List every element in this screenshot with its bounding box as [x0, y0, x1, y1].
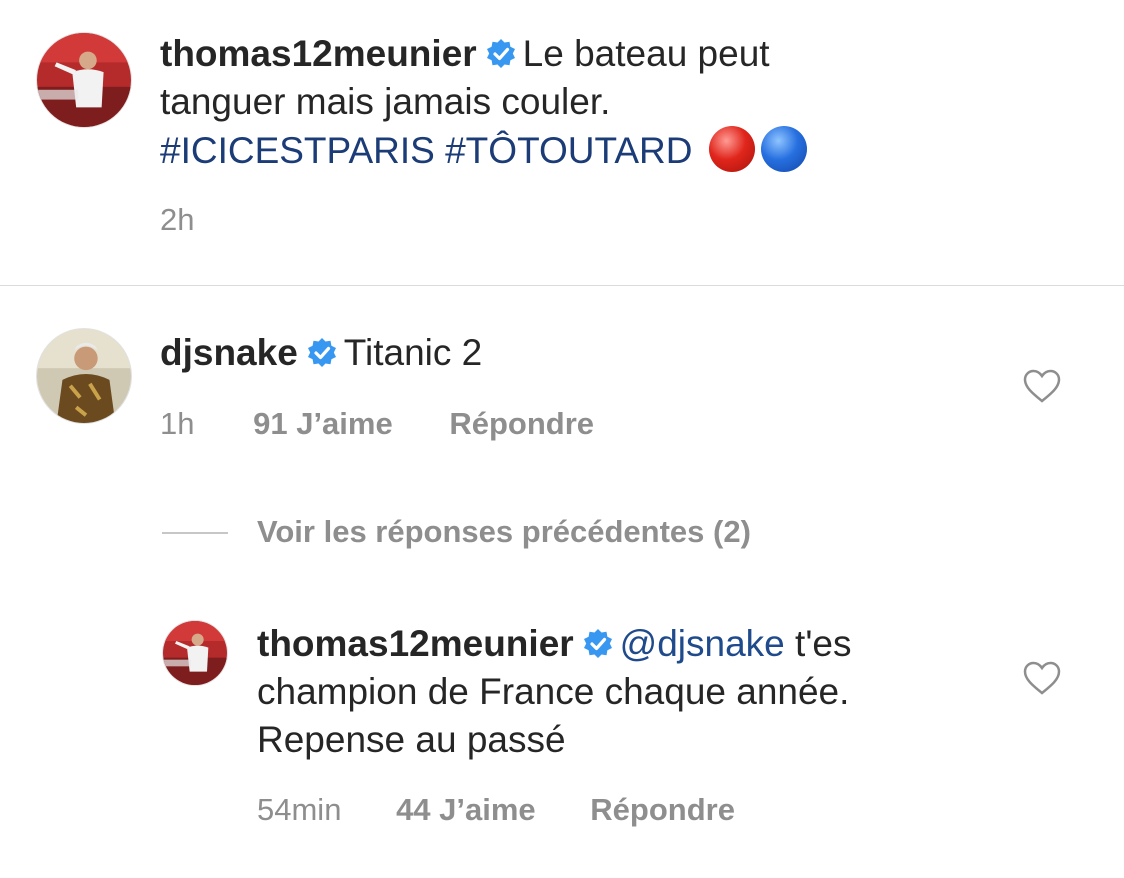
heart-icon[interactable] — [1022, 660, 1062, 696]
reply-thread-line — [162, 532, 228, 534]
reply-text-line2: champion de France chaque année. — [257, 671, 850, 712]
reply-text: thomas12meunier @djsnake t'es champion de… — [257, 620, 1017, 764]
avatar-image — [37, 329, 131, 423]
blue-circle-emoji — [760, 126, 807, 172]
reply-reply-button[interactable]: Répondre — [590, 790, 735, 830]
hashtag-totoutard[interactable]: #TÔTOUTARD — [445, 130, 692, 171]
caption-text-line1: Le bateau peut — [522, 33, 770, 74]
comment-body: Titanic 2 — [343, 332, 483, 373]
comment-text: djsnake Titanic 2 — [160, 329, 1000, 377]
caption-text: thomas12meunier Le bateau peut tanguer ma… — [160, 30, 1060, 175]
comment-timestamp: 1h — [160, 406, 195, 441]
comment-username[interactable]: djsnake — [160, 332, 298, 373]
verified-badge-icon — [306, 337, 338, 369]
reply-username[interactable]: thomas12meunier — [257, 623, 574, 664]
caption-timestamp: 2h — [160, 202, 195, 237]
view-previous-replies-button[interactable]: Voir les réponses précédentes (2) — [257, 512, 751, 552]
reply-meta: 54min 44 J’aime Répondre — [257, 790, 735, 830]
heart-icon[interactable] — [1022, 368, 1062, 404]
avatar-image — [37, 33, 131, 127]
caption-meta: 2h — [160, 200, 194, 240]
caption-username[interactable]: thomas12meunier — [160, 33, 477, 74]
verified-badge-icon — [582, 628, 614, 660]
red-circle-emoji — [708, 126, 755, 172]
comment-meta: 1h 91 J’aime Répondre — [160, 404, 594, 444]
avatar-djsnake[interactable] — [36, 328, 132, 424]
avatar-caption-author[interactable] — [36, 32, 132, 128]
mention-djsnake[interactable]: @djsnake — [620, 623, 785, 664]
caption-text-line2: tanguer mais jamais couler. — [160, 81, 611, 122]
verified-badge-icon — [485, 38, 517, 70]
avatar-image — [163, 621, 227, 685]
reply-likes-link[interactable]: 44 J’aime — [396, 790, 536, 830]
reply-text-line1: t'es — [795, 623, 852, 664]
comment-reply-button[interactable]: Répondre — [449, 404, 594, 444]
comment-likes-link[interactable]: 91 J’aime — [253, 404, 393, 444]
reply-text-line3: Repense au passé — [257, 719, 566, 760]
reply-timestamp: 54min — [257, 792, 342, 827]
view-previous-replies-label: Voir les réponses précédentes (2) — [257, 514, 751, 549]
avatar-reply-author[interactable] — [162, 620, 228, 686]
hashtag-icicestparis[interactable]: #ICICESTPARIS — [160, 130, 435, 171]
divider — [0, 285, 1124, 286]
